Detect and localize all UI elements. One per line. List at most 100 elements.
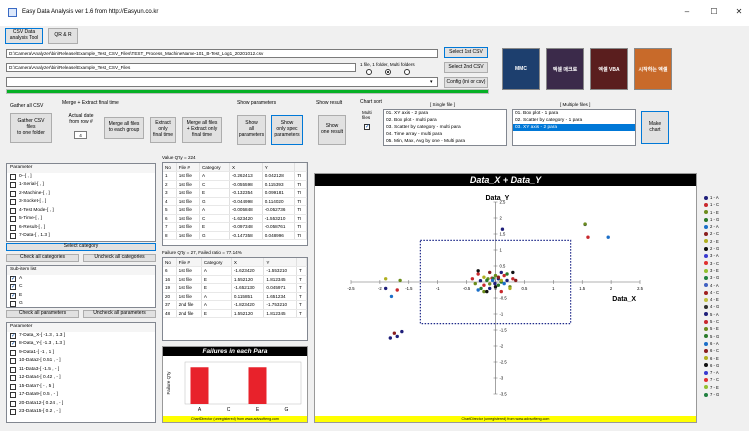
subitem-checkbox[interactable] bbox=[10, 292, 16, 300]
check-all-params-button[interactable]: Check all parameters bbox=[6, 310, 79, 318]
parameter-checklist-item[interactable]: 23-Data15-[ 0.2 , - ] bbox=[7, 408, 155, 417]
multi-file-item[interactable]: 03. XY axis - 2 para bbox=[513, 124, 635, 131]
parameter-checklist-item[interactable]: 12-Data4-[ 0.42 , - ] bbox=[7, 374, 155, 383]
gather-csv-button[interactable]: Gather CSV files to one folder bbox=[10, 113, 52, 143]
uncheck-all-categories-button[interactable]: Uncheck all categories bbox=[83, 254, 156, 262]
table-row[interactable]: 19 1st file E -1.652130 0.045971 T bbox=[163, 283, 307, 293]
failure-table[interactable]: No File # Category X Y 6 1st file A -1.623420 -1.… bbox=[162, 257, 308, 341]
book-ad-2[interactable]: 엑셀 매크로 bbox=[546, 48, 584, 90]
table-row[interactable]: 6 1st file A -1.623420 -1.553210 T bbox=[163, 266, 307, 276]
qa-button[interactable]: QR & R bbox=[48, 28, 78, 44]
select-category-button[interactable]: Select category bbox=[6, 243, 156, 251]
multi-file-item[interactable]: 02. Scatter by category - 1 para bbox=[513, 117, 635, 124]
book-ad-3[interactable]: 엑셀 VBA bbox=[590, 48, 628, 90]
parameter-checklist-checkbox[interactable] bbox=[10, 400, 16, 407]
parameter-checkbox[interactable] bbox=[10, 190, 16, 197]
table-row[interactable]: 2 1st file C -0.055598 0.115393 TI bbox=[163, 180, 307, 189]
parameter-item[interactable]: 7-Data-[ , 1.3 ] bbox=[7, 232, 155, 241]
parameter-checklist-checkbox[interactable] bbox=[10, 392, 16, 399]
table-header-cell[interactable]: Category bbox=[199, 163, 231, 172]
combo-field[interactable] bbox=[6, 77, 438, 87]
make-chart-button[interactable]: Make chart bbox=[641, 111, 669, 144]
subitem-item[interactable]: E bbox=[7, 292, 155, 301]
table-row[interactable]: 1 1st file A -0.262413 0.042128 TI bbox=[163, 171, 307, 181]
parameter-item[interactable]: 5-Time-[ , ] bbox=[7, 215, 155, 224]
single-file-item[interactable]: 06. Each data by ... - Multi para bbox=[384, 145, 506, 146]
table-header-cell[interactable]: Y bbox=[262, 163, 296, 172]
subitem-list[interactable]: Sub-item listACEG bbox=[6, 265, 156, 308]
parameter-checkbox[interactable] bbox=[10, 224, 16, 231]
csv-tool-button[interactable]: CSV Data analysis Tool bbox=[5, 28, 43, 44]
multi-files-list[interactable]: 01. Box plot - 1 para 02. Scatter by cate… bbox=[512, 109, 636, 146]
parameter-item[interactable]: 0--[ , ] bbox=[7, 173, 155, 182]
subitem-checkbox[interactable] bbox=[10, 301, 16, 307]
parameter-checklist-checkbox[interactable] bbox=[10, 358, 16, 365]
parameter-checklist-checkbox[interactable] bbox=[10, 409, 16, 416]
parameter-item[interactable]: 1-Serial-[ , ] bbox=[7, 181, 155, 190]
table-header-cell[interactable]: X bbox=[231, 258, 265, 267]
table-row[interactable]: 6 1st file C -1.623420 -1.553210 TI bbox=[163, 214, 307, 223]
parameter-checklist-item[interactable]: 10-Data2-[ 0.51 , - ] bbox=[7, 357, 155, 366]
multi-files-checkbox[interactable] bbox=[364, 123, 370, 130]
parameter-checkbox[interactable] bbox=[10, 173, 16, 180]
parameter-checklist-item[interactable]: 15-Data7-[ - , 5 ] bbox=[7, 383, 155, 392]
parameter-checklist-item[interactable]: 11-Data3-[ -1.5 , - ] bbox=[7, 366, 155, 375]
uncheck-all-params-button[interactable]: Uncheck all parameters bbox=[83, 310, 156, 318]
select-2nd-csv-button[interactable]: Select 2nd CSV bbox=[444, 62, 488, 73]
show-spec-params-button[interactable]: Show only spec parameters bbox=[271, 115, 303, 145]
table-header-cell[interactable] bbox=[294, 163, 307, 172]
parameter-checklist-checkbox[interactable] bbox=[10, 332, 16, 340]
table-header-cell[interactable]: X bbox=[229, 163, 263, 172]
parameter-checklist-checkbox[interactable] bbox=[10, 349, 16, 356]
parameter-checkbox[interactable] bbox=[10, 207, 16, 214]
close-icon[interactable]: ✕ bbox=[733, 6, 745, 18]
subitem-item[interactable]: C bbox=[7, 283, 155, 292]
table-row[interactable]: 16 1st file E 1.552120 1.812345 T bbox=[163, 275, 307, 284]
table-header-cell[interactable]: Category bbox=[201, 258, 232, 267]
parameter-checklist-checkbox[interactable] bbox=[10, 366, 16, 373]
minimize-icon[interactable]: – bbox=[681, 6, 693, 18]
maximize-icon[interactable]: ☐ bbox=[708, 6, 720, 18]
single-file-item[interactable]: 04. Time array - multi para bbox=[384, 131, 506, 138]
table-row[interactable]: 37 2nd file A -1.823420 -1.753210 T bbox=[163, 300, 307, 310]
table-row[interactable]: 4 1st file G -0.044998 0.114020 TI bbox=[163, 197, 307, 206]
select-1st-csv-button[interactable]: Select 1st CSV bbox=[444, 47, 488, 58]
single-file-list[interactable]: 01. XY axis - 2 para 02. Box plot - multi… bbox=[383, 109, 507, 146]
radio-one-folder[interactable] bbox=[385, 69, 391, 75]
radio-one-file[interactable] bbox=[366, 69, 372, 75]
config-button[interactable]: Config (ini or csv) bbox=[444, 77, 488, 88]
table-header-cell[interactable]: No bbox=[163, 163, 177, 172]
parameter-checklist-item[interactable]: 7-Data_X-[ -1.3 , 1.3 ] bbox=[7, 332, 155, 341]
parameter-list[interactable]: Parameter 0--[ , ] 1-Serial-[ , ] 2-Machine… bbox=[6, 163, 156, 242]
parameter-item[interactable]: 3-Socket-[ , ] bbox=[7, 198, 155, 207]
radio-multi-folders[interactable] bbox=[404, 69, 410, 75]
folder-path-field[interactable]: D:\Camera\Analyzer\bin\Release\Example_T… bbox=[6, 63, 356, 72]
parameter-checklist[interactable]: Parameter7-Data_X-[ -1.3 , 1.3 ] 8-Data_Y… bbox=[6, 322, 156, 423]
parameter-checklist-item[interactable]: 8-Data_Y-[ -1.3 , 1.3 ] bbox=[7, 340, 155, 349]
extract-final-button[interactable]: Extract only final time bbox=[150, 117, 176, 143]
table-row[interactable]: 48 2nd file E 1.552120 1.812345 T bbox=[163, 309, 307, 318]
single-file-item[interactable]: 05. Min, Max, Avg by one - Multi para bbox=[384, 138, 506, 145]
multi-file-item[interactable]: 01. Box plot - 1 para bbox=[513, 110, 635, 117]
show-all-params-button[interactable]: Show all parameters bbox=[237, 115, 266, 145]
parameter-checklist-item[interactable]: 17-Data9-[ 0.5 , - ] bbox=[7, 391, 155, 400]
table-header-cell[interactable]: No bbox=[163, 258, 177, 267]
book-ad-1[interactable]: MMC bbox=[502, 48, 540, 90]
table-row[interactable]: 7 1st file E -0.097348 -0.058761 TI bbox=[163, 222, 307, 232]
actual-date-input[interactable]: 4 bbox=[74, 131, 87, 139]
parameter-checklist-item[interactable]: 20-Data12-[ 0.24 , - ] bbox=[7, 400, 155, 409]
table-row[interactable]: 3 1st file E -0.132354 0.099181 TI bbox=[163, 188, 307, 198]
parameter-item[interactable]: 4-Test Mode-[ , ] bbox=[7, 207, 155, 216]
table-row[interactable]: 8 1st file G -0.147358 0.048996 TI bbox=[163, 231, 307, 240]
single-file-item[interactable]: 03. Scatter by category - multi para bbox=[384, 124, 506, 131]
single-file-item[interactable]: 02. Box plot - multi para bbox=[384, 117, 506, 124]
parameter-checkbox[interactable] bbox=[10, 182, 16, 189]
parameter-checkbox[interactable] bbox=[10, 199, 16, 206]
table-header-cell[interactable]: Y bbox=[263, 258, 298, 267]
check-all-categories-button[interactable]: Check all categories bbox=[6, 254, 79, 262]
table-row[interactable]: 20 1st file A 0.115851 1.651234 T bbox=[163, 292, 307, 301]
chevron-down-icon[interactable]: ▾ bbox=[430, 79, 433, 85]
show-one-result-button[interactable]: Show one result bbox=[318, 115, 346, 145]
parameter-checklist-checkbox[interactable] bbox=[10, 375, 16, 382]
subitem-item[interactable]: A bbox=[7, 275, 155, 284]
